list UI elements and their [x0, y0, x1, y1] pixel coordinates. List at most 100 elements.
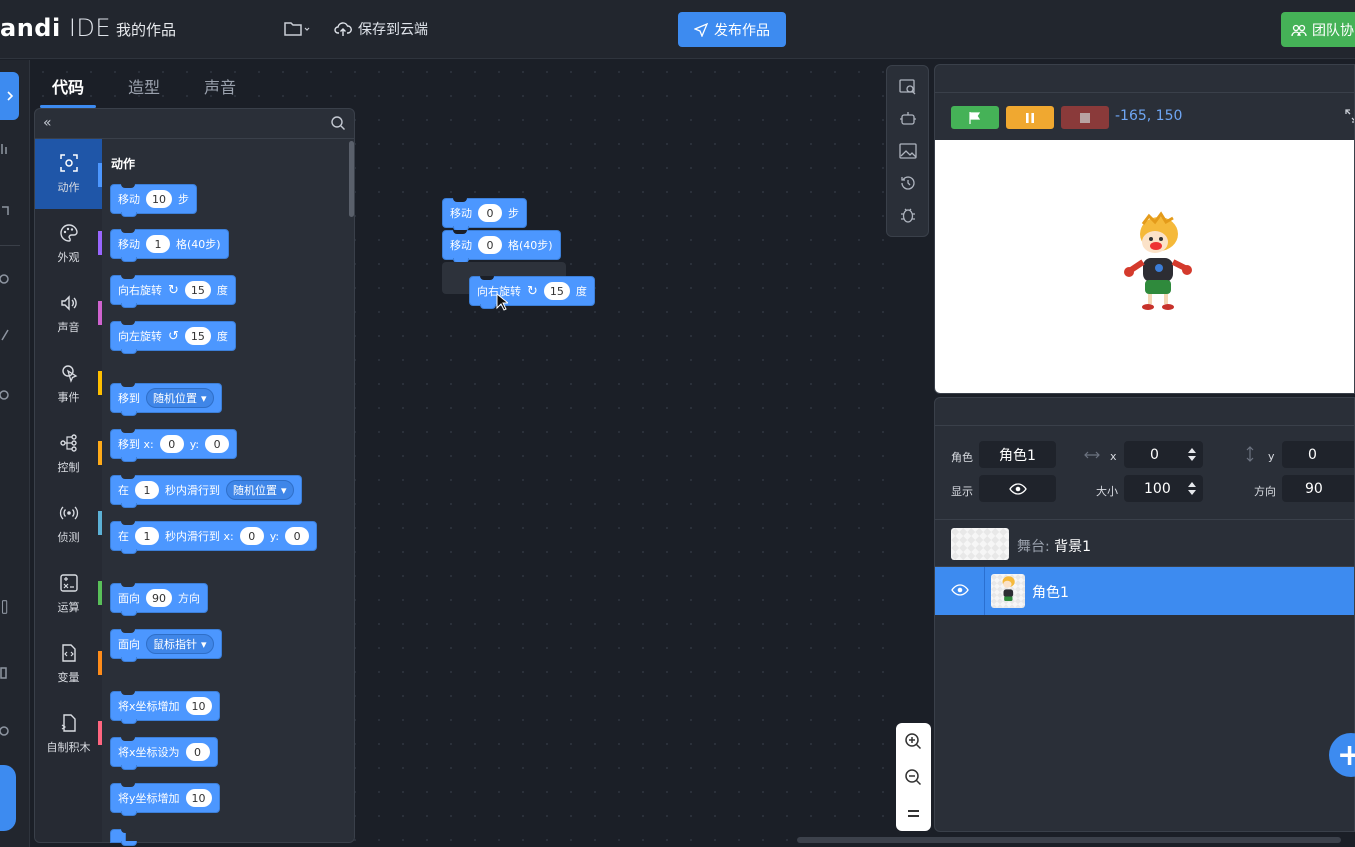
workspace-block-move-grid[interactable]: 移动 0 格(40步) — [442, 230, 561, 263]
block-goto[interactable]: 移到 随机位置 ▾ — [110, 383, 222, 416]
pause-button[interactable] — [1006, 106, 1054, 129]
tab-sounds[interactable]: 声音 — [192, 70, 248, 106]
rail-icon-1[interactable] — [0, 142, 12, 156]
block-glide-xy[interactable]: 在 1 秒内滑行到 x: 0 y: 0 — [110, 521, 318, 554]
fullscreen-icon[interactable] — [1345, 109, 1355, 123]
sprite-list-item[interactable]: 角色1 — [935, 567, 1354, 615]
image-icon[interactable] — [899, 142, 917, 160]
block-turn-left[interactable]: 向左旋转 ↺ 15 度 — [110, 321, 236, 354]
block-input[interactable]: 0 — [478, 236, 502, 254]
category-events[interactable]: 事件 — [35, 349, 102, 419]
save-to-cloud-button[interactable]: 保存到云端 — [334, 18, 428, 40]
block-input[interactable]: 0 — [285, 527, 310, 545]
zoom-in-icon[interactable] — [904, 732, 923, 751]
rail-icon-8[interactable] — [0, 724, 12, 738]
category-variables[interactable]: 变量 — [35, 629, 102, 699]
rail-icon-7[interactable] — [0, 666, 12, 680]
block-input[interactable]: 15 — [543, 282, 570, 300]
green-flag-button[interactable] — [951, 106, 999, 129]
block-dropdown[interactable]: 鼠标指针 ▾ — [146, 634, 214, 654]
y-input[interactable]: 0 — [1282, 441, 1354, 468]
sprite-character-image[interactable] — [1117, 210, 1197, 316]
visibility-toggle[interactable] — [979, 475, 1056, 502]
category-control[interactable]: 控制 — [35, 419, 102, 489]
category-operators[interactable]: 运算 — [35, 559, 102, 629]
rail-icon-2[interactable] — [0, 204, 12, 218]
history-icon[interactable] — [899, 174, 917, 192]
sprite-name: 角色1 — [1032, 585, 1069, 601]
my-works-link[interactable]: 我的作品 — [116, 19, 176, 40]
block-move-steps[interactable]: 移动 10 步 — [110, 184, 197, 217]
block-text: 移动 — [450, 207, 472, 220]
section-title-motion: 动作 — [111, 157, 136, 171]
block-change-y[interactable]: 将y坐标增加 10 — [110, 783, 220, 816]
category-motion[interactable]: 动作 — [35, 139, 102, 209]
block-input[interactable]: 0 — [185, 743, 210, 761]
block-point-direction[interactable]: 面向 90 方向 — [110, 583, 208, 616]
collapse-palette-icon[interactable]: « — [43, 115, 52, 131]
block-text: 移动 — [118, 238, 140, 251]
bug-icon[interactable] — [899, 206, 917, 224]
image-search-icon[interactable] — [899, 78, 917, 96]
tab-code[interactable]: 代码 — [40, 70, 97, 108]
robot-icon[interactable] — [899, 110, 917, 128]
feedback-tab[interactable] — [0, 765, 16, 831]
category-myblocks[interactable]: 自制积木 — [35, 699, 102, 769]
block-move-grid[interactable]: 移动 1 格(40步) — [110, 229, 229, 262]
zoom-reset-icon[interactable] — [904, 804, 923, 823]
tab-costumes[interactable]: 造型 — [116, 70, 172, 106]
team-collab-button[interactable]: 团队协 — [1281, 12, 1355, 47]
block-input[interactable]: 0 — [239, 527, 264, 545]
block-glide[interactable]: 在 1 秒内滑行到 随机位置 ▾ — [110, 475, 302, 508]
block-input[interactable]: 1 — [135, 527, 159, 545]
block-dropdown[interactable]: 随机位置 ▾ — [146, 388, 214, 408]
block-turn-right[interactable]: 向右旋转 ↻ 15 度 — [110, 275, 236, 308]
block-input[interactable]: 1 — [146, 235, 170, 253]
publish-button[interactable]: 发布作品 — [678, 12, 786, 47]
search-icon[interactable] — [330, 115, 346, 131]
block-goto-xy[interactable]: 移到 x: 0 y: 0 — [110, 429, 238, 462]
block-input[interactable]: 10 — [185, 697, 212, 715]
block-input[interactable]: 90 — [146, 589, 172, 607]
category-sensing[interactable]: 侦测 — [35, 489, 102, 559]
workspace-horizontal-scrollbar[interactable] — [797, 837, 1341, 843]
rail-icon-5[interactable] — [0, 388, 12, 402]
spinner-icon[interactable] — [1187, 446, 1197, 463]
category-looks[interactable]: 外观 — [35, 209, 102, 279]
stage-canvas[interactable] — [935, 140, 1354, 393]
caret-down-icon: ▾ — [281, 483, 287, 497]
block-input[interactable]: 0 — [478, 204, 502, 222]
block-input[interactable]: 10 — [146, 190, 172, 208]
palette-scrollbar[interactable] — [349, 141, 354, 217]
zoom-out-icon[interactable] — [904, 768, 923, 787]
block-partial[interactable] — [110, 829, 137, 846]
block-change-x[interactable]: 将x坐标增加 10 — [110, 691, 220, 724]
workspace-block-move[interactable]: 移动 0 步 — [442, 198, 527, 231]
rail-icon-3[interactable] — [0, 272, 12, 286]
rail-icon-6[interactable] — [0, 600, 12, 614]
rail-expand-button[interactable] — [0, 72, 19, 120]
block-input[interactable]: 15 — [184, 281, 211, 299]
spinner-icon[interactable] — [1187, 480, 1197, 497]
category-list: 动作 外观 声音 事件 控制 侦测 运算 变量 自制积木 — [35, 139, 102, 842]
category-motion-label: 动作 — [57, 181, 80, 194]
block-input[interactable]: 0 — [159, 435, 184, 453]
stop-button[interactable] — [1061, 106, 1109, 129]
block-dropdown[interactable]: 随机位置 ▾ — [226, 480, 294, 500]
block-set-x[interactable]: 将x坐标设为 0 — [110, 737, 218, 770]
block-input[interactable]: 1 — [135, 481, 159, 499]
block-input[interactable]: 0 — [205, 435, 230, 453]
folder-menu-button[interactable] — [282, 18, 312, 40]
role-name-field[interactable]: 角色1 — [979, 441, 1056, 468]
block-input[interactable]: 15 — [184, 327, 211, 345]
block-point-towards[interactable]: 面向 鼠标指针 ▾ — [110, 629, 222, 662]
stage-backdrop-row[interactable]: 舞台: 背景1 — [935, 519, 1354, 567]
size-input[interactable]: 100 — [1124, 475, 1203, 502]
category-sound[interactable]: 声音 — [35, 279, 102, 349]
direction-input[interactable]: 90 — [1282, 475, 1354, 502]
block-input[interactable]: 10 — [185, 789, 212, 807]
eye-icon[interactable] — [951, 583, 969, 597]
workspace-block-turn-right[interactable]: 向右旋转 ↻ 15 度 — [469, 276, 595, 309]
x-input[interactable]: 0 — [1124, 441, 1203, 468]
rail-icon-4[interactable] — [0, 328, 12, 342]
